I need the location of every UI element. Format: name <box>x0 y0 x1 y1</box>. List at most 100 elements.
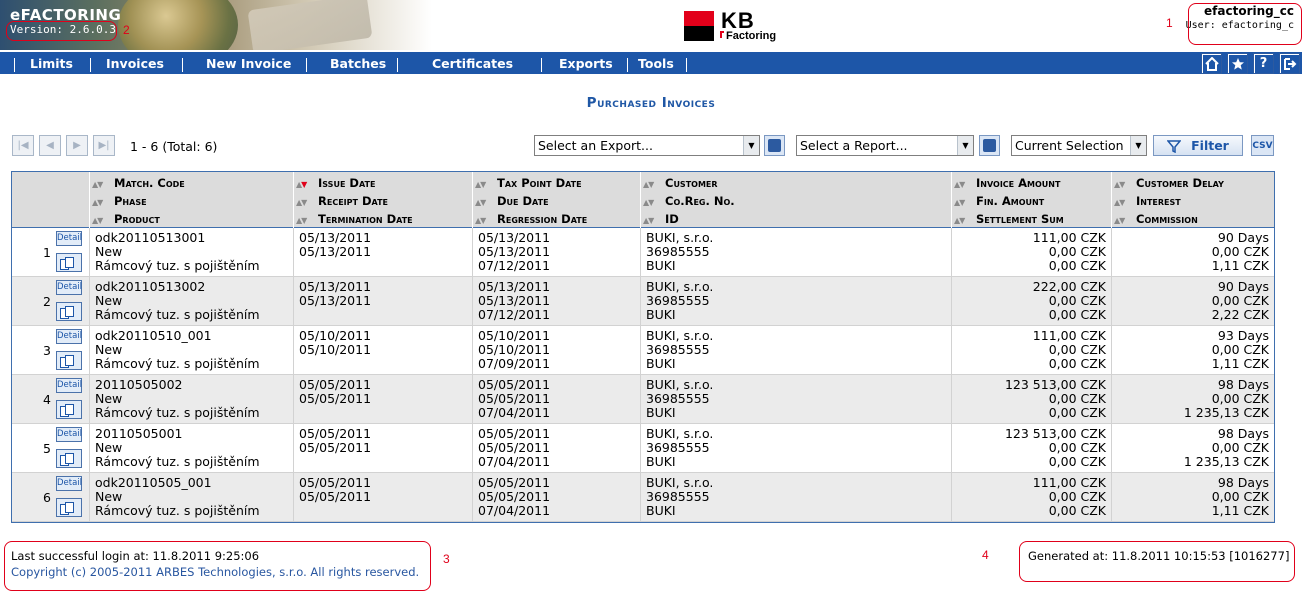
last-page-button[interactable]: ▶| <box>93 135 115 156</box>
cell-value: BUKI <box>646 356 676 371</box>
cell-value: 0,00 CZK <box>1211 293 1269 308</box>
detail-button[interactable]: Detail <box>56 476 82 491</box>
issue-date-cell: 05/05/2011 05/05/2011 <box>293 424 472 473</box>
table-row: 3 Detail odk20110510_001 New Rámcový tuz. s … <box>12 326 1274 375</box>
sort-customer-delay[interactable]: ▲▼ Customer Delay <box>1112 174 1274 192</box>
cell-value: BUKI, s.r.o. <box>646 475 714 490</box>
sort-product[interactable]: ▲▼ Product <box>90 210 293 228</box>
nav-exports[interactable]: Exports <box>559 52 613 74</box>
sort-invoice-amount[interactable]: ▲▼ Invoice Amount <box>952 174 1111 192</box>
cell-value: 0,00 CZK <box>1048 244 1106 259</box>
favorites-icon[interactable] <box>1227 53 1248 74</box>
sort-interest[interactable]: ▲▼ Interest <box>1112 192 1274 210</box>
prev-page-button[interactable]: ◀ <box>39 135 61 156</box>
cell-value: 07/12/2011 <box>478 258 551 273</box>
nav-tools[interactable]: Tools <box>638 52 674 74</box>
home-icon[interactable] <box>1201 53 1222 74</box>
amount-cell: 123 513,00 CZK 0,00 CZK 0,00 CZK <box>951 424 1111 473</box>
cell-value: 0,00 CZK <box>1048 454 1106 469</box>
csv-export-button[interactable]: CSV <box>1251 135 1274 156</box>
cell-value: 05/05/2011 <box>478 377 551 392</box>
export-select[interactable]: Select an Export... ▼ <box>534 135 760 156</box>
banknote-image <box>247 0 373 50</box>
cell-value: odk20110513001 <box>95 230 206 245</box>
cell-value: 20110505001 <box>95 426 183 441</box>
cell-value: BUKI <box>646 258 676 273</box>
row-number: 4 <box>43 392 51 407</box>
print-report-button[interactable] <box>979 135 1000 156</box>
cell-value: 123 513,00 CZK <box>1004 426 1106 441</box>
logout-icon[interactable] <box>1279 53 1300 74</box>
detail-button[interactable]: Detail <box>56 231 82 246</box>
sort-fin-amount[interactable]: ▲▼ Fin. Amount <box>952 192 1111 210</box>
pager-info: 1 - 6 (Total: 6) <box>130 139 218 154</box>
sort-co-reg-no[interactable]: ▲▼ Co.Reg. No. <box>641 192 951 210</box>
sort-id[interactable]: ▲▼ ID <box>641 210 951 228</box>
cell-value: Rámcový tuz. s pojištěním <box>95 405 260 420</box>
annotation-box-user <box>1188 3 1302 45</box>
cell-value: 0,00 CZK <box>1048 307 1106 322</box>
nav-certificates[interactable]: Certificates <box>432 52 513 74</box>
cell-value: BUKI <box>646 503 676 518</box>
documents-icon[interactable] <box>56 498 82 517</box>
cell-value: New <box>95 342 123 357</box>
sort-match-code[interactable]: ▲▼ Match. Code <box>90 174 293 192</box>
documents-icon[interactable] <box>56 302 82 321</box>
sort-phase[interactable]: ▲▼ Phase <box>90 192 293 210</box>
sort-issue-date[interactable]: ▲▼ Issue Date <box>294 174 472 192</box>
header-col-3: ▲▼ Tax Point Date ▲▼ Due Date ▲▼ Regression… <box>472 172 640 228</box>
cell-value: New <box>95 440 123 455</box>
annotation-number-4: 4 <box>982 548 989 562</box>
documents-icon[interactable] <box>56 449 82 468</box>
next-page-button[interactable]: ▶ <box>66 135 88 156</box>
cell-value: BUKI, s.r.o. <box>646 328 714 343</box>
cell-value <box>299 406 472 420</box>
cell-value: 05/05/2011 <box>478 440 551 455</box>
cell-value: 111,00 CZK <box>1032 475 1106 490</box>
filter-button[interactable]: Filter <box>1153 135 1243 156</box>
cell-value: 20110505002 <box>95 377 183 392</box>
cell-value: 36985555 <box>646 244 710 259</box>
detail-button[interactable]: Detail <box>56 280 82 295</box>
report-select[interactable]: Select a Report... ▼ <box>796 135 974 156</box>
sort-regression-date[interactable]: ▲▼ Regression Date <box>473 210 640 228</box>
cell-value: 1 235,13 CZK <box>1183 454 1269 469</box>
chevron-down-icon: ▼ <box>1130 136 1146 155</box>
save-export-button[interactable] <box>764 135 785 156</box>
table-row: 4 Detail 20110505002 New Rámcový tuz. s poji… <box>12 375 1274 424</box>
sort-termination-date[interactable]: ▲▼ Termination Date <box>294 210 472 228</box>
delay-cell: 90 Days 0,00 CZK 2,22 CZK <box>1111 277 1274 326</box>
sort-commission[interactable]: ▲▼ Commission <box>1112 210 1274 228</box>
header-col-1: ▲▼ Match. Code ▲▼ Phase ▲▼ Product <box>89 172 293 228</box>
nav-limits[interactable]: Limits <box>30 52 73 74</box>
tax-date-cell: 05/05/2011 05/05/2011 07/04/2011 <box>472 473 640 522</box>
help-icon[interactable]: ? <box>1253 53 1274 74</box>
cell-value: 07/04/2011 <box>478 503 551 518</box>
selection-select[interactable]: Current Selection ▼ <box>1011 135 1147 156</box>
cell-value: Rámcový tuz. s pojištěním <box>95 503 260 518</box>
logo-sub-text: Factoring <box>726 30 777 42</box>
sort-due-date[interactable]: ▲▼ Due Date <box>473 192 640 210</box>
annotation-number-3: 3 <box>443 552 450 566</box>
sort-receipt-date[interactable]: ▲▼ Receipt Date <box>294 192 472 210</box>
cell-value: 123 513,00 CZK <box>1004 377 1106 392</box>
first-page-button[interactable]: |◀ <box>12 135 34 156</box>
detail-button[interactable]: Detail <box>56 427 82 442</box>
cell-value: 0,00 CZK <box>1048 391 1106 406</box>
nav-invoices[interactable]: Invoices <box>106 52 164 74</box>
cell-value: 1 235,13 CZK <box>1183 405 1269 420</box>
detail-button[interactable]: Detail <box>56 378 82 393</box>
cell-value: 05/10/2011 <box>299 342 372 357</box>
sort-customer[interactable]: ▲▼ Customer <box>641 174 951 192</box>
cell-value: BUKI, s.r.o. <box>646 377 714 392</box>
documents-icon[interactable] <box>56 400 82 419</box>
documents-icon[interactable] <box>56 253 82 272</box>
cell-value: 05/10/2011 <box>478 328 551 343</box>
sort-settlement-sum[interactable]: ▲▼ Settlement Sum <box>952 210 1111 228</box>
nav-batches[interactable]: Batches <box>330 52 386 74</box>
detail-button[interactable]: Detail <box>56 329 82 344</box>
nav-new-invoice[interactable]: New Invoice <box>206 52 291 74</box>
selection-select-value: Current Selection <box>1015 138 1124 153</box>
sort-tax-point-date[interactable]: ▲▼ Tax Point Date <box>473 174 640 192</box>
documents-icon[interactable] <box>56 351 82 370</box>
